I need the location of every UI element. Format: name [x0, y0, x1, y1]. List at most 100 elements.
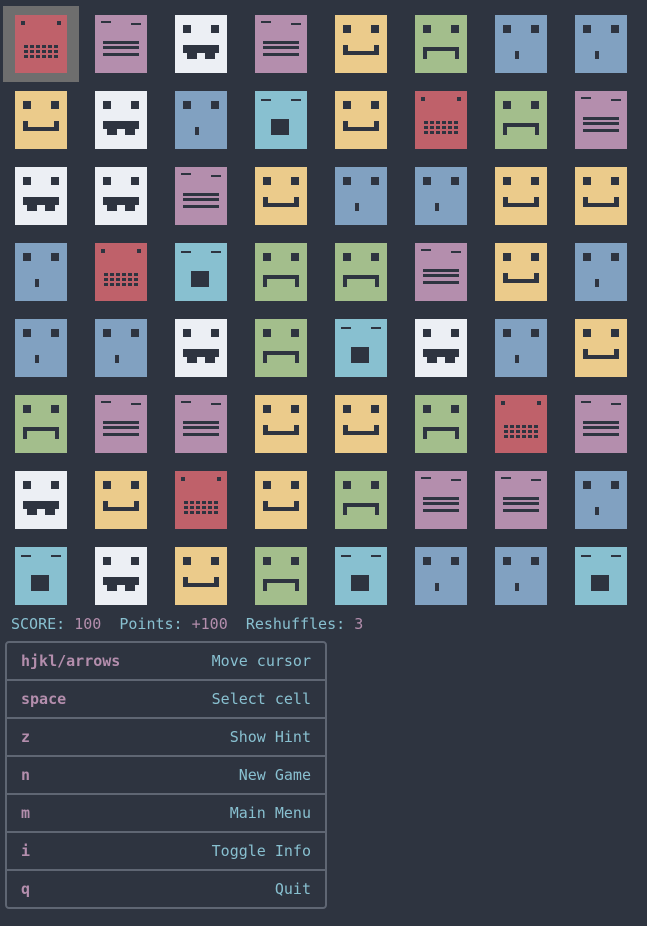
board-cell[interactable] — [163, 386, 239, 462]
board-cell[interactable] — [3, 310, 79, 386]
green-face-tile-icon — [335, 243, 387, 301]
board-cell[interactable] — [483, 82, 559, 158]
board-cell[interactable] — [483, 538, 559, 614]
green-face-tile-icon — [255, 243, 307, 301]
help-desc: Show Hint — [229, 728, 311, 746]
green-face-tile-icon — [415, 15, 467, 73]
board-cell[interactable] — [3, 82, 79, 158]
white-face-tile-icon — [15, 471, 67, 529]
board-cell[interactable] — [323, 462, 399, 538]
purple-face-tile-icon — [575, 91, 627, 149]
board-cell[interactable] — [83, 538, 159, 614]
yellow-face-tile-icon — [255, 395, 307, 453]
board-cell[interactable] — [163, 6, 239, 82]
board-cell[interactable] — [483, 6, 559, 82]
board-cell[interactable] — [323, 82, 399, 158]
board-cell[interactable] — [563, 82, 639, 158]
board-cell[interactable] — [323, 158, 399, 234]
board-cell[interactable] — [243, 462, 319, 538]
board-cell[interactable] — [483, 310, 559, 386]
board-cell[interactable] — [163, 234, 239, 310]
board-cell[interactable] — [83, 82, 159, 158]
board-cell[interactable] — [243, 82, 319, 158]
board-cell[interactable] — [163, 538, 239, 614]
board-cell[interactable] — [163, 462, 239, 538]
score-label: SCORE: — [11, 615, 66, 633]
yellow-face-tile-icon — [15, 91, 67, 149]
board-cell[interactable] — [3, 538, 79, 614]
game-board — [0, 0, 647, 610]
board-cell[interactable] — [83, 158, 159, 234]
board-cell[interactable] — [403, 6, 479, 82]
yellow-face-tile-icon — [495, 167, 547, 225]
help-row-main-menu: m Main Menu — [7, 793, 325, 831]
board-cell[interactable] — [83, 310, 159, 386]
board-cell[interactable] — [163, 310, 239, 386]
board-cell[interactable] — [563, 538, 639, 614]
cyan-face-tile-icon — [175, 243, 227, 301]
board-cell[interactable] — [243, 234, 319, 310]
board-cell[interactable] — [323, 6, 399, 82]
yellow-face-tile-icon — [575, 167, 627, 225]
green-face-tile-icon — [255, 319, 307, 377]
board-cell[interactable] — [483, 234, 559, 310]
purple-face-tile-icon — [415, 243, 467, 301]
board-cell[interactable] — [403, 310, 479, 386]
help-desc: Toggle Info — [211, 842, 311, 860]
board-cell[interactable] — [563, 386, 639, 462]
board-cell[interactable] — [83, 386, 159, 462]
cyan-face-tile-icon — [575, 547, 627, 605]
board-cell[interactable] — [243, 158, 319, 234]
board-cell[interactable] — [563, 158, 639, 234]
board-cell[interactable] — [403, 386, 479, 462]
purple-face-tile-icon — [495, 471, 547, 529]
board-cell[interactable] — [563, 462, 639, 538]
board-cell[interactable] — [83, 6, 159, 82]
purple-face-tile-icon — [255, 15, 307, 73]
board-cell[interactable] — [323, 386, 399, 462]
board-cell[interactable] — [483, 462, 559, 538]
board-cell[interactable] — [323, 234, 399, 310]
board-cell[interactable] — [403, 82, 479, 158]
yellow-face-tile-icon — [335, 15, 387, 73]
board-cell[interactable] — [3, 462, 79, 538]
board-cell[interactable] — [163, 82, 239, 158]
yellow-face-tile-icon — [175, 547, 227, 605]
red-face-tile-icon — [175, 471, 227, 529]
board-cell[interactable] — [3, 234, 79, 310]
board-cell[interactable] — [403, 234, 479, 310]
help-row-hint: z Show Hint — [7, 717, 325, 755]
board-cell[interactable] — [483, 158, 559, 234]
board-cell[interactable] — [243, 538, 319, 614]
board-cell[interactable] — [403, 538, 479, 614]
help-key: n — [21, 766, 31, 784]
board-cell[interactable] — [3, 6, 79, 82]
board-cell[interactable] — [83, 234, 159, 310]
help-desc: New Game — [238, 766, 311, 784]
board-cell[interactable] — [83, 462, 159, 538]
board-cell[interactable] — [403, 158, 479, 234]
board-cell[interactable] — [563, 234, 639, 310]
blue-face-tile-icon — [335, 167, 387, 225]
blue-face-tile-icon — [575, 471, 627, 529]
help-row-new-game: n New Game — [7, 755, 325, 793]
board-cell[interactable] — [3, 158, 79, 234]
board-cell[interactable] — [243, 310, 319, 386]
board-cell[interactable] — [3, 386, 79, 462]
board-cell[interactable] — [163, 158, 239, 234]
blue-face-tile-icon — [495, 319, 547, 377]
board-cell[interactable] — [563, 310, 639, 386]
help-desc: Main Menu — [229, 804, 311, 822]
help-key: z — [21, 728, 31, 746]
cyan-face-tile-icon — [15, 547, 67, 605]
board-cell[interactable] — [323, 538, 399, 614]
board-cell[interactable] — [563, 6, 639, 82]
blue-face-tile-icon — [175, 91, 227, 149]
board-cell[interactable] — [243, 6, 319, 82]
green-face-tile-icon — [15, 395, 67, 453]
board-cell[interactable] — [243, 386, 319, 462]
board-cell[interactable] — [483, 386, 559, 462]
white-face-tile-icon — [175, 15, 227, 73]
board-cell[interactable] — [403, 462, 479, 538]
board-cell[interactable] — [323, 310, 399, 386]
